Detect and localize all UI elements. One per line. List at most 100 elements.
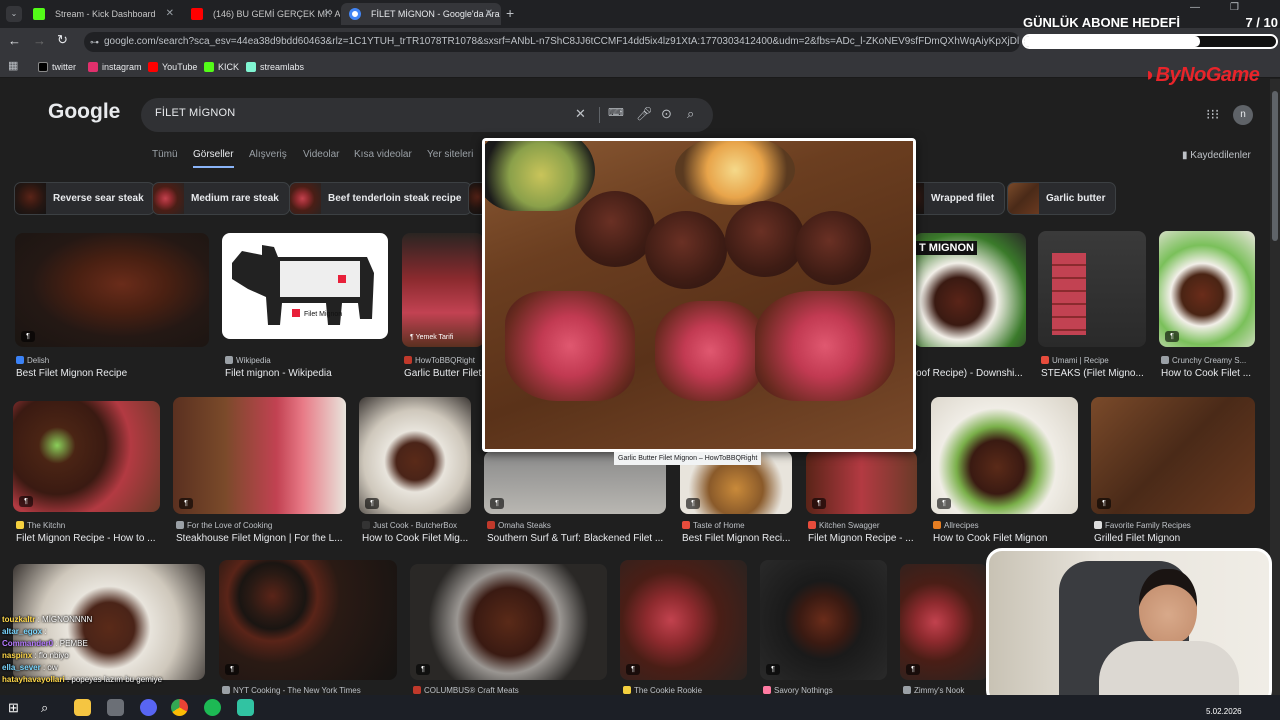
filet (575, 191, 655, 267)
search-icon[interactable]: ⌕ (687, 106, 694, 122)
result-image[interactable]: ¶ (900, 564, 988, 680)
result-image[interactable]: ¶ (359, 397, 471, 514)
bookmark-instagram[interactable]: instagram (88, 60, 142, 74)
result-title[interactable]: Best Filet Mignon Recipe (16, 368, 206, 379)
result-title[interactable]: STEAKS (Filet Migno... (1041, 368, 1145, 379)
result-image[interactable]: ¶ (1091, 397, 1255, 514)
url-text: google.com/search?sca_esv=44ea38d9bdd604… (104, 36, 1020, 47)
account-avatar[interactable]: n (1233, 105, 1253, 125)
new-tab-icon[interactable]: + (506, 5, 514, 21)
result-image[interactable]: ¶ (806, 451, 917, 514)
close-tab-icon[interactable]: ✕ (485, 3, 493, 25)
tab-shopping[interactable]: Alışveriş (249, 149, 287, 160)
tab-google[interactable]: FİLET MİGNON - Google'da Ara ✕ (341, 3, 501, 25)
windows-start-icon[interactable]: ⊞ (8, 700, 19, 716)
streamlabs-icon[interactable] (237, 699, 254, 716)
tab-short-videos[interactable]: Kısa videolar (354, 149, 412, 160)
chip-reverse-sear[interactable]: Reverse sear steak (14, 182, 155, 215)
result-image[interactable]: ¶ (15, 233, 209, 347)
search-box[interactable]: FİLET MİGNON ✕ ⌨ 🎤︎ ⊙ ⌕ (141, 98, 713, 132)
result-image[interactable]: ¶ (173, 397, 346, 514)
spotify-icon[interactable] (204, 699, 221, 716)
result-image[interactable]: ¶ (219, 560, 397, 680)
result-title[interactable]: How to Cook Filet ... (1161, 368, 1257, 379)
chat-message: Commander0 : PEMBE (2, 638, 242, 650)
result-image[interactable]: ¶ (620, 560, 747, 680)
file-explorer-icon[interactable] (74, 699, 91, 716)
result-title[interactable]: Steakhouse Filet Mignon | For the L... (176, 533, 346, 544)
recipe-icon: ¶ (416, 664, 430, 675)
result-image[interactable]: ¶ Yemek Tarifi (402, 233, 484, 347)
result-source: The Kitchn (16, 521, 161, 530)
tab-search-icon[interactable]: ⌄ (6, 6, 22, 22)
result-title[interactable]: oof Recipe) - Downshi... (916, 368, 1026, 379)
recipe-icon: ¶ (21, 331, 35, 342)
tab-images[interactable]: Görseller (193, 149, 234, 168)
result-title[interactable]: Filet mignon - Wikipedia (225, 368, 385, 379)
chat-text: : MİGNONNNN (37, 615, 93, 624)
image-preview-popup[interactable] (482, 138, 916, 452)
bookmark-kick[interactable]: KICK (204, 60, 239, 74)
bookmark-twitter[interactable]: twitter (38, 60, 76, 74)
chip-tenderloin[interactable]: Beef tenderloin steak recipe (289, 182, 473, 215)
reload-icon[interactable]: ↻ (57, 32, 68, 48)
result-image[interactable]: ¶ (1159, 231, 1255, 347)
app-icon[interactable] (107, 699, 124, 716)
result-title[interactable]: Garlic Butter Filet (404, 368, 482, 379)
forward-icon[interactable]: → (33, 33, 46, 48)
apps-icon[interactable]: ▦ (8, 59, 18, 72)
close-tab-icon[interactable]: ✕ (324, 3, 332, 25)
back-icon[interactable]: ← (8, 33, 21, 48)
result-title[interactable]: How to Cook Filet Mig... (362, 533, 474, 544)
chip-garlic-butter[interactable]: Garlic butter (1007, 182, 1117, 215)
result-title[interactable]: Grilled Filet Mignon (1094, 533, 1254, 544)
preview-image[interactable] (485, 141, 913, 449)
goal-title: GÜNLÜK ABONE HEDEFİ (1023, 15, 1180, 30)
doneness-chart (1052, 253, 1086, 335)
chat-username: Commander0 (2, 639, 54, 648)
result-image[interactable]: ¶ (13, 401, 160, 512)
bookmark-streamlabs[interactable]: streamlabs (246, 60, 304, 74)
google-logo[interactable]: Google (48, 100, 120, 124)
google-apps-icon[interactable]: ⁝⁝⁝ (1206, 106, 1219, 123)
tab-web[interactable]: Yer siteleri (427, 149, 473, 160)
result-source: HowToBBQRight (404, 356, 482, 365)
search-icon[interactable]: ⌕ (41, 700, 48, 716)
chat-text: : (44, 627, 47, 636)
result-image[interactable]: Filet Mignon (222, 233, 388, 339)
lens-icon[interactable]: ⊙ (661, 106, 672, 122)
chip-medium-rare[interactable]: Medium rare steak (152, 182, 290, 215)
result-source: Kitchen Swagger (808, 521, 920, 530)
site-info-icon[interactable]: ⊶ (90, 32, 99, 52)
clear-icon[interactable]: ✕ (575, 106, 586, 122)
saved-link[interactable]: ▮ Kaydedilenler (1182, 150, 1251, 161)
bookmark-youtube[interactable]: YouTube (148, 60, 197, 74)
result-image[interactable]: ¶ (410, 564, 607, 680)
google-icon (349, 8, 361, 20)
microphone-icon[interactable]: 🎤︎ (636, 106, 653, 122)
close-tab-icon[interactable]: ✕ (166, 3, 174, 25)
url-field[interactable]: ⊶ google.com/search?sca_esv=44ea38d9bdd6… (84, 32, 1020, 52)
result-image[interactable]: ¶ (931, 397, 1078, 514)
tab-kick[interactable]: Stream - Kick Dashboard ✕ (25, 3, 182, 25)
tab-youtube[interactable]: (146) BU GEMİ GERÇEK Mİ? Am ✕ (183, 3, 340, 25)
keyboard-icon[interactable]: ⌨ (608, 106, 624, 119)
result-source: Delish (16, 356, 206, 365)
tab-videos[interactable]: Videolar (303, 149, 340, 160)
chip-thumbnail (1008, 183, 1039, 214)
result-image[interactable]: ¶ (760, 560, 887, 680)
discord-icon[interactable] (140, 699, 157, 716)
result-image[interactable]: T MIGNON (914, 233, 1026, 347)
result-source: Wikipedia (225, 356, 385, 365)
result-title[interactable]: Filet Mignon Recipe - ... (808, 533, 920, 544)
sliced-filet (505, 291, 635, 401)
chrome-icon[interactable] (171, 699, 188, 716)
result-image[interactable] (1038, 231, 1146, 347)
result-title[interactable]: Southern Surf & Turf: Blackened Filet ..… (487, 533, 667, 544)
result-title[interactable]: How to Cook Filet Mignon (933, 533, 1079, 544)
scrollbar-thumb[interactable] (1272, 91, 1278, 241)
result-title[interactable]: Best Filet Mignon Reci... (682, 533, 794, 544)
result-title[interactable]: Filet Mignon Recipe - How to ... (16, 533, 161, 544)
sliced-filet (655, 301, 765, 401)
tab-all[interactable]: Tümü (152, 149, 178, 160)
